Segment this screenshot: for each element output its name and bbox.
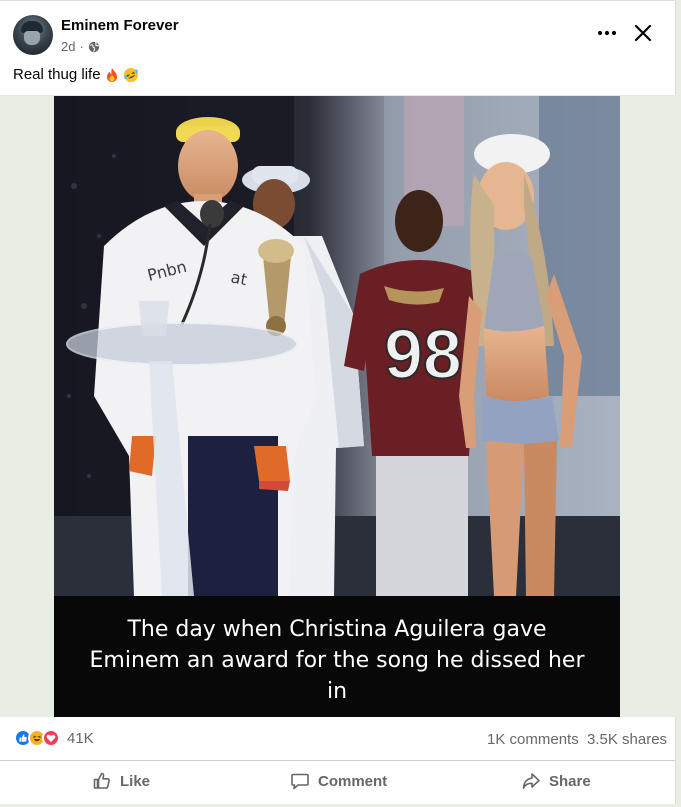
post-card: Eminem Forever 2d · Real thug life Pnbn … (0, 0, 676, 807)
like-button[interactable]: Like (92, 762, 150, 800)
fire-emoji (106, 67, 117, 82)
post-time[interactable]: 2d (61, 39, 75, 54)
caption-text: Real thug life (13, 66, 101, 83)
share-label: Share (549, 772, 591, 790)
comment-button[interactable]: Comment (290, 762, 387, 800)
image-caption: The day when Christina Aguilera gave Emi… (89, 617, 585, 704)
share-icon (522, 773, 540, 789)
globe-icon (88, 41, 100, 52)
more-options-button[interactable] (593, 22, 621, 44)
reactions-summary[interactable]: 41K (14, 729, 94, 747)
page-avatar[interactable] (13, 15, 53, 55)
comment-label: Comment (318, 772, 388, 790)
jersey-number: 98 (384, 315, 462, 393)
share-button[interactable]: Share (521, 762, 591, 800)
shares-count-link[interactable]: 3.5K shares (587, 731, 667, 748)
like-icon (93, 772, 110, 789)
post-actions: Like Comment Share (0, 762, 676, 802)
post-media-area: Pnbn at 98 The day when Christina Aguile… (0, 96, 676, 717)
comments-count-link[interactable]: 1K comments (487, 731, 579, 748)
post-photo[interactable]: Pnbn at 98 The day when Christina Aguile… (54, 96, 620, 717)
comment-icon (291, 773, 309, 790)
reaction-count: 41K (67, 729, 94, 747)
close-button[interactable] (630, 20, 656, 46)
post-header: Eminem Forever 2d · Real thug life (0, 0, 676, 96)
page-name-link[interactable]: Eminem Forever (61, 17, 179, 34)
rofl-emoji (123, 67, 138, 82)
more-horizontal-icon (597, 30, 617, 36)
post-stats-bar: 41K 1K comments 3.5K shares (0, 717, 676, 761)
close-icon (634, 24, 652, 42)
post-caption: Real thug life (13, 66, 139, 83)
like-label: Like (120, 772, 151, 790)
love-reaction-icon (42, 729, 60, 747)
post-meta: 2d · (61, 39, 100, 54)
